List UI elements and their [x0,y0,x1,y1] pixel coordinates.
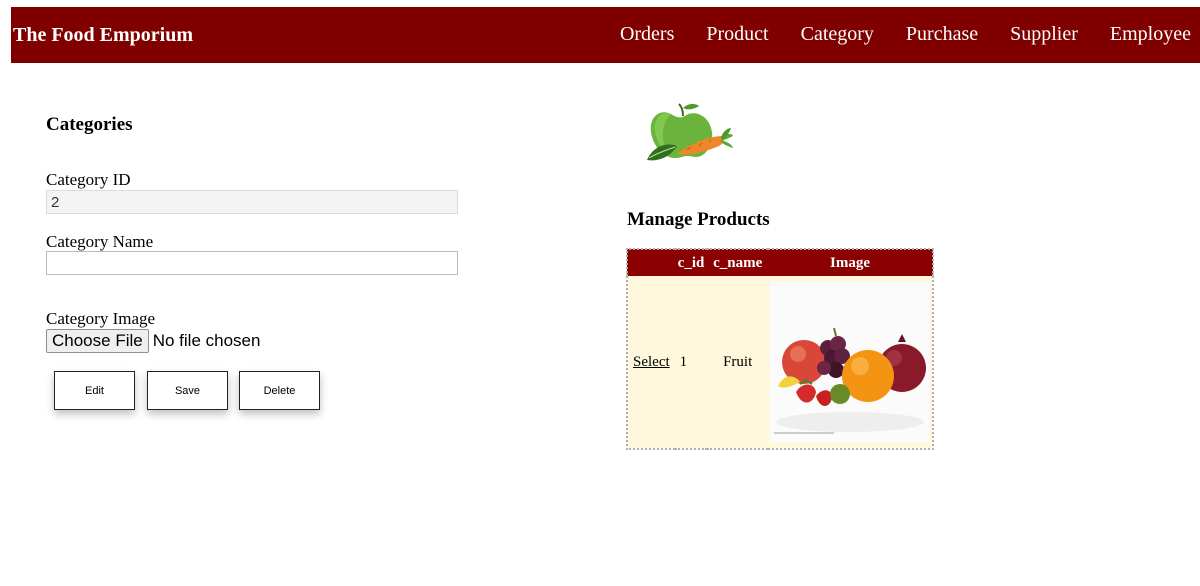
category-image-input: Choose File No file chosen [46,329,260,353]
nav-employee[interactable]: Employee [1110,21,1191,47]
fruit-photo-icon [770,282,930,442]
category-id-label: Category ID [46,170,131,189]
category-image-label: Category Image [46,309,156,328]
save-button[interactable]: Save [147,371,228,410]
form-title: Categories [46,114,133,135]
brand-title: The Food Emporium [13,24,194,46]
nav-category[interactable]: Category [801,21,874,47]
grid-title: Manage Products [627,209,770,230]
category-name-field[interactable] [46,251,458,275]
page: The Food Emporium Orders Product Categor… [0,0,1200,586]
choose-file-button[interactable]: Choose File [46,329,149,353]
file-status-text: No file chosen [152,331,261,350]
apple-carrot-logo-icon [643,100,735,166]
edit-button[interactable]: Edit [54,371,135,410]
category-id-field[interactable] [46,190,458,214]
nav-supplier[interactable]: Supplier [1010,21,1078,47]
column-header-image: Image [768,249,933,276]
products-grid: c_id c_name Image Select 1 Fruit [626,248,934,450]
row-c-name: Fruit [707,276,768,449]
nav-purchase[interactable]: Purchase [906,21,978,47]
column-header-c-id: c_id [674,249,708,276]
top-navbar: The Food Emporium Orders Product Categor… [11,7,1200,63]
nav-orders[interactable]: Orders [620,21,674,47]
category-name-label: Category Name [46,232,154,251]
nav-product[interactable]: Product [706,21,768,47]
row-c-id: 1 [674,276,708,449]
select-link[interactable]: Select [633,354,670,370]
column-header-c-name: c_name [707,249,768,276]
row-image-cell [768,276,933,449]
table-row: Select 1 Fruit [627,276,933,449]
main-nav: Orders Product Category Purchase Supplie… [620,21,1191,47]
column-header-action [627,249,675,276]
delete-button[interactable]: Delete [239,371,320,410]
row-action-cell: Select [627,276,675,449]
grid-header-row: c_id c_name Image [627,249,933,276]
